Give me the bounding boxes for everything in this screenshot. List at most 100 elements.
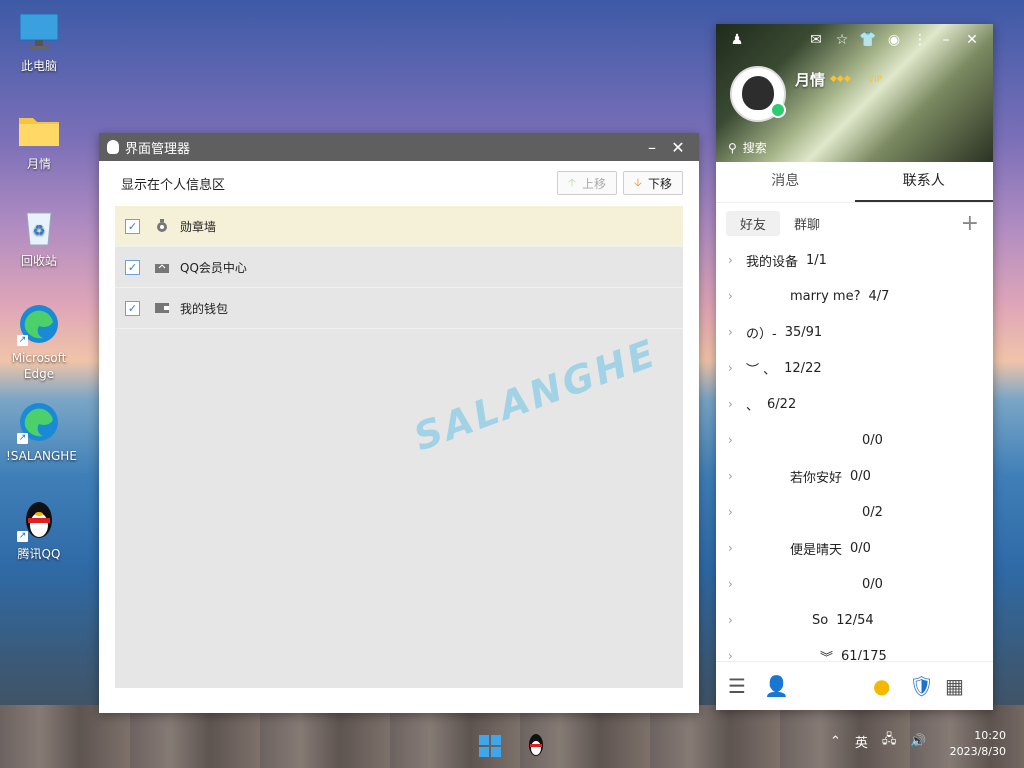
checkbox[interactable]: ✓ (125, 218, 140, 234)
friend-group-row[interactable]: › 若你安好 0/0 (716, 458, 993, 494)
chevron-right-icon: › (728, 541, 733, 555)
panel-top-toolbar: ♟ ✉ ☆ 👕 ◉ ⋮ – ✕ (724, 32, 985, 48)
friend-group-row[interactable]: › 0/0 (716, 422, 993, 458)
checkbox[interactable]: ✓ (125, 259, 140, 275)
list-item-label: 勋章墙 (180, 219, 217, 234)
close-button[interactable]: ✕ (959, 32, 985, 48)
friend-group-count: 6/22 (767, 396, 797, 412)
friend-group-row[interactable]: › ︾ 61/175 (716, 638, 993, 661)
ime-indicator[interactable]: 英 (855, 732, 868, 751)
network-icon[interactable]: 🖧 (882, 730, 897, 752)
friend-group-name: ︾ (820, 650, 834, 661)
friend-group-count: 0/2 (862, 504, 883, 520)
security-shield-icon[interactable]: 🛡 (909, 674, 945, 698)
menu-icon[interactable]: ☰ (728, 674, 764, 698)
desktop-icon-salanghe[interactable]: ↗ !SALANGHE (6, 400, 77, 464)
window-title-bar[interactable]: 界面管理器 – ✕ (99, 133, 699, 161)
friend-group-name: 若你安好 (790, 470, 843, 486)
chevron-right-icon: › (728, 577, 733, 591)
chevron-right-icon: › (728, 613, 733, 627)
online-status-icon (770, 102, 786, 118)
minimize-button[interactable]: – (933, 32, 959, 48)
friend-group-row[interactable]: › 便是晴天 0/0 (716, 530, 993, 566)
shirt-icon[interactable]: 👕 (855, 32, 881, 48)
list-item-medal-wall[interactable]: ✓ 勋章墙 (115, 206, 683, 247)
start-button[interactable] (479, 735, 501, 757)
volume-icon[interactable]: 🔊 (910, 734, 926, 749)
list-item-wallet[interactable]: ✓ 我的钱包 (115, 288, 683, 329)
minimize-button[interactable]: – (639, 138, 665, 157)
desktop-icon-recycle-bin[interactable]: ♻ 回收站 (6, 205, 72, 269)
arrow-down-icon: 🡣 (634, 175, 642, 189)
window-title: 界面管理器 (125, 141, 191, 157)
contact-subtabs: 好友 群聊 + (716, 203, 993, 243)
shortcut-arrow-icon: ↗ (17, 335, 28, 346)
desktop-icon-label: 月情 (26, 157, 51, 171)
qq-game-icon[interactable]: ● (873, 674, 909, 698)
taskbar-clock[interactable]: 10:20 2023/8/30 (950, 728, 1006, 760)
star-icon[interactable]: ☆ (829, 32, 855, 48)
friend-group-count: 4/7 (868, 288, 890, 304)
list-item-vip-center[interactable]: ✓ QQ会员中心 (115, 247, 683, 288)
crown-bag-icon (154, 260, 170, 274)
chevron-up-icon[interactable]: ⌃ (830, 734, 841, 749)
friend-group-count: 12/54 (836, 612, 874, 628)
svg-text:♻: ♻ (33, 223, 46, 239)
chevron-right-icon: › (728, 433, 733, 447)
clock-time: 10:20 (974, 729, 1006, 742)
desktop-icon-label: 此电脑 (20, 59, 57, 73)
desktop-icon-qq[interactable]: ↗ 腾讯QQ (6, 498, 72, 562)
friend-group-count: 35/91 (784, 324, 823, 340)
panel-footer: ☰ 👤 ● 🛡 ▦ (716, 661, 993, 710)
desktop-icon-this-pc[interactable]: 此电脑 (6, 10, 72, 74)
list-item-label: QQ会员中心 (180, 260, 247, 275)
friend-group-row[interactable]: › ︶ 、 12/22 (716, 350, 993, 386)
desktop-icon-label: !SALANGHE (6, 449, 77, 463)
vip-badge[interactable]: VIP (868, 75, 882, 85)
chevron-right-icon: › (728, 289, 733, 303)
more-icon[interactable]: ⋮ (907, 32, 933, 48)
app-grid-icon[interactable]: ▦ (945, 674, 981, 698)
avatar[interactable] (730, 66, 786, 122)
desktop-icon-folder[interactable]: 月情 (6, 108, 72, 172)
mail-icon[interactable]: ✉ (803, 32, 829, 48)
edge-icon: ↗ (17, 302, 61, 346)
add-icon[interactable]: + (961, 211, 979, 236)
friend-group-count: 0/0 (850, 540, 871, 556)
move-up-label: 上移 (581, 176, 606, 191)
subtab-friends[interactable]: 好友 (726, 210, 781, 236)
move-up-button[interactable]: 🡡 上移 (557, 171, 617, 195)
search-input[interactable]: ⚲ 搜索 (728, 139, 767, 156)
friend-group-row[interactable]: › 、 6/22 (716, 386, 993, 422)
friend-group-row[interactable]: › So 12/54 (716, 602, 993, 638)
computer-icon (17, 10, 61, 54)
friend-group-row[interactable]: › 我的设备 1/1 (716, 242, 993, 278)
friend-group-row[interactable]: › 0/2 (716, 494, 993, 530)
wallet-icon (154, 301, 170, 315)
qq-penguin-icon[interactable]: ♟ (724, 32, 750, 48)
friend-group-row[interactable]: › 0/0 (716, 566, 993, 602)
checkbox[interactable]: ✓ (125, 300, 140, 316)
friend-group-row[interactable]: › の）- 35/91 (716, 314, 993, 350)
friend-group-count: 12/22 (784, 360, 822, 376)
tab-messages[interactable]: 消息 (716, 162, 855, 202)
medal-icon[interactable]: ◉ (881, 32, 907, 48)
tab-contacts[interactable]: 联系人 (854, 162, 993, 202)
move-down-button[interactable]: 🡣 下移 (623, 171, 683, 195)
qq-penguin-icon: ↗ (17, 498, 61, 542)
friend-group-count: 1/1 (806, 252, 827, 268)
taskbar-qq-icon[interactable] (525, 732, 547, 758)
vip-level-badge-icon[interactable]: ◆◆◆ (830, 74, 851, 84)
add-friend-icon[interactable]: 👤 (764, 674, 800, 698)
qq-main-panel: ♟ ✉ ☆ 👕 ◉ ⋮ – ✕ 月情 ◆◆◆ VIP ⚲ 搜索 消息 联系人 好… (716, 24, 993, 710)
subtab-groups[interactable]: 群聊 (780, 211, 834, 236)
friend-group-name: marry me? (790, 288, 861, 304)
nickname[interactable]: 月情 (795, 69, 825, 90)
clock-date: 2023/8/30 (949, 745, 1006, 758)
desktop-icon-edge[interactable]: ↗ Microsoft Edge (6, 302, 72, 382)
chevron-right-icon: › (728, 325, 733, 339)
desktop-icon-label: 腾讯QQ (17, 547, 61, 561)
friend-group-row[interactable]: › marry me? 4/7 (716, 278, 993, 314)
shortcut-arrow-icon: ↗ (17, 531, 28, 542)
close-button[interactable]: ✕ (665, 138, 691, 157)
